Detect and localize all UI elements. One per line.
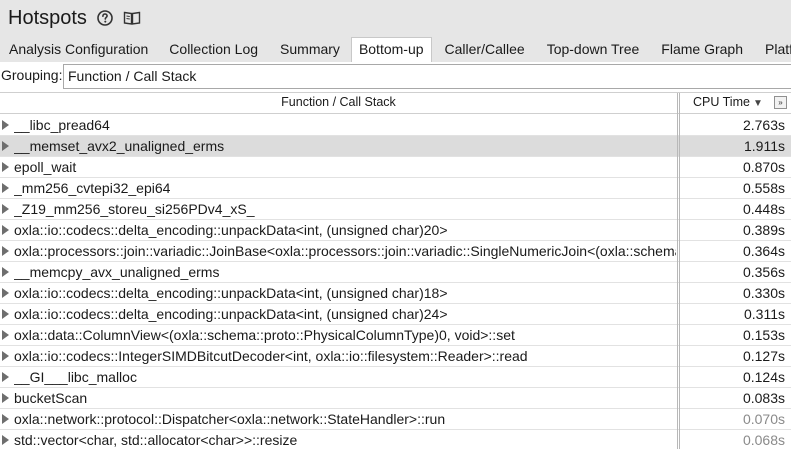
function-name-cell: bucketScan [14,390,88,406]
table-row[interactable]: oxla::processors::join::variadic::JoinBa… [0,241,791,262]
table-row[interactable]: oxla::io::codecs::IntegerSIMDBitcutDecod… [0,346,791,367]
table-row[interactable]: __memset_avx2_unaligned_erms 1.911s [0,136,791,157]
tab-bottom-up[interactable]: Bottom-up [350,37,432,62]
sort-descending-icon: ▼ [752,98,763,109]
tab-collection-log[interactable]: Collection Log [158,39,269,61]
table-row[interactable]: oxla::network::protocol::Dispatcher<oxla… [0,409,791,430]
function-name-cell: __memset_avx2_unaligned_erms [14,138,225,154]
function-name-cell: __GI___libc_malloc [14,369,137,385]
expand-triangle-icon[interactable] [2,351,9,361]
tab-caller-callee[interactable]: Caller/Callee [432,39,536,61]
expand-triangle-icon[interactable] [2,225,9,235]
function-name-cell: oxla::data::ColumnView<(oxla::schema::pr… [14,327,515,343]
table-row[interactable]: __libc_pread64 2.763s [0,115,791,136]
cpu-time-cell: 0.127s [742,348,785,364]
bottom-up-grid: Function / Call Stack CPU Time ▼ » __libc… [0,92,791,449]
expand-columns-icon[interactable]: » [774,96,787,109]
table-row[interactable]: oxla::io::codecs::delta_encoding::unpack… [0,220,791,241]
cpu-time-cell: 0.153s [742,327,785,343]
expand-triangle-icon[interactable] [2,414,9,424]
function-name-cell: epoll_wait [14,159,77,175]
table-row[interactable]: bucketScan 0.083s [0,388,791,409]
table-row[interactable]: epoll_wait 0.870s [0,157,791,178]
cpu-time-cell: 0.311s [744,306,785,322]
cpu-time-cell: 0.389s [742,222,785,238]
function-name-cell: _Z19_mm256_storeu_si256PDv4_xS_ [14,201,255,217]
open-book-icon[interactable] [123,10,141,26]
expand-triangle-icon[interactable] [2,183,9,193]
grouping-select[interactable]: Function / Call Stack [63,64,791,89]
grid-header: Function / Call Stack CPU Time ▼ » [0,93,791,114]
expand-triangle-icon[interactable] [2,330,9,340]
tab-top-down-tree[interactable]: Top-down Tree [536,39,651,61]
column-splitter[interactable] [677,93,680,449]
expand-triangle-icon[interactable] [2,309,9,319]
function-name-cell: __memcpy_avx_unaligned_erms [14,264,220,280]
function-name-cell: oxla::io::codecs::delta_encoding::unpack… [14,222,448,238]
table-row[interactable]: __GI___libc_malloc 0.124s [0,367,791,388]
table-row[interactable]: std::vector<char, std::allocator<char>>:… [0,430,791,449]
tab-analysis-configuration[interactable]: Analysis Configuration [0,39,158,61]
cpu-time-cell: 0.356s [742,264,785,280]
function-name-cell: oxla::io::codecs::delta_encoding::unpack… [14,306,448,322]
function-name-cell: oxla::io::codecs::IntegerSIMDBitcutDecod… [14,348,528,364]
cpu-time-cell: 0.124s [742,369,785,385]
tab-bar: Analysis Configuration Collection Log Su… [0,37,791,62]
tab-summary[interactable]: Summary [269,39,351,61]
cpu-time-cell: 0.070s [742,411,785,427]
tab-platform[interactable]: Platform [754,39,791,61]
grouping-label: Grouping: [1,67,63,83]
expand-triangle-icon[interactable] [2,288,9,298]
expand-triangle-icon[interactable] [2,372,9,382]
expand-triangle-icon[interactable] [2,246,9,256]
function-name-cell: _mm256_cvtepi32_epi64 [14,180,171,196]
page-title: Hotspots [8,6,87,29]
help-circle-icon[interactable] [97,10,113,26]
cpu-time-cell: 0.364s [742,243,785,259]
expand-triangle-icon[interactable] [2,393,9,403]
table-row[interactable]: oxla::io::codecs::delta_encoding::unpack… [0,304,791,325]
expand-triangle-icon[interactable] [2,204,9,214]
title-row: Hotspots [8,5,141,31]
table-row[interactable]: oxla::data::ColumnView<(oxla::schema::pr… [0,325,791,346]
table-row[interactable]: _Z19_mm256_storeu_si256PDv4_xS_ 0.448s [0,199,791,220]
cpu-time-cell: 0.448s [742,201,785,217]
table-row[interactable]: _mm256_cvtepi32_epi64 0.558s [0,178,791,199]
function-name-cell: __libc_pread64 [14,117,110,133]
cpu-time-cell: 0.558s [742,180,785,196]
function-name-cell: std::vector<char, std::allocator<char>>:… [14,432,298,448]
table-row[interactable]: __memcpy_avx_unaligned_erms 0.356s [0,262,791,283]
table-row[interactable]: oxla::io::codecs::delta_encoding::unpack… [0,283,791,304]
cpu-time-cell: 0.083s [742,390,785,406]
expand-triangle-icon[interactable] [2,435,9,445]
cpu-time-cell: 0.330s [742,285,785,301]
function-name-cell: oxla::processors::join::variadic::JoinBa… [14,243,676,259]
window-header: Hotspots Analysis Configuration Collecti… [0,0,791,62]
tab-flame-graph[interactable]: Flame Graph [650,39,754,61]
column-header-function[interactable]: Function / Call Stack [0,93,677,113]
function-name-cell: oxla::network::protocol::Dispatcher<oxla… [14,411,446,427]
expand-triangle-icon[interactable] [2,120,9,130]
grid-rows: __libc_pread64 2.763s __memset_avx2_unalig… [0,115,791,449]
grouping-row: Grouping: Function / Call Stack [0,62,791,91]
expand-triangle-icon[interactable] [2,162,9,172]
expand-triangle-icon[interactable] [2,141,9,151]
cpu-time-cell: 0.068s [742,432,785,448]
column-header-cpu-time[interactable]: CPU Time ▼ [693,93,763,113]
column-header-cpu-label: CPU Time [693,95,750,109]
function-name-cell: oxla::io::codecs::delta_encoding::unpack… [14,285,448,301]
cpu-time-cell: 1.911s [744,138,785,154]
cpu-time-cell: 2.763s [742,117,785,133]
cpu-time-cell: 0.870s [742,159,785,175]
expand-triangle-icon[interactable] [2,267,9,277]
